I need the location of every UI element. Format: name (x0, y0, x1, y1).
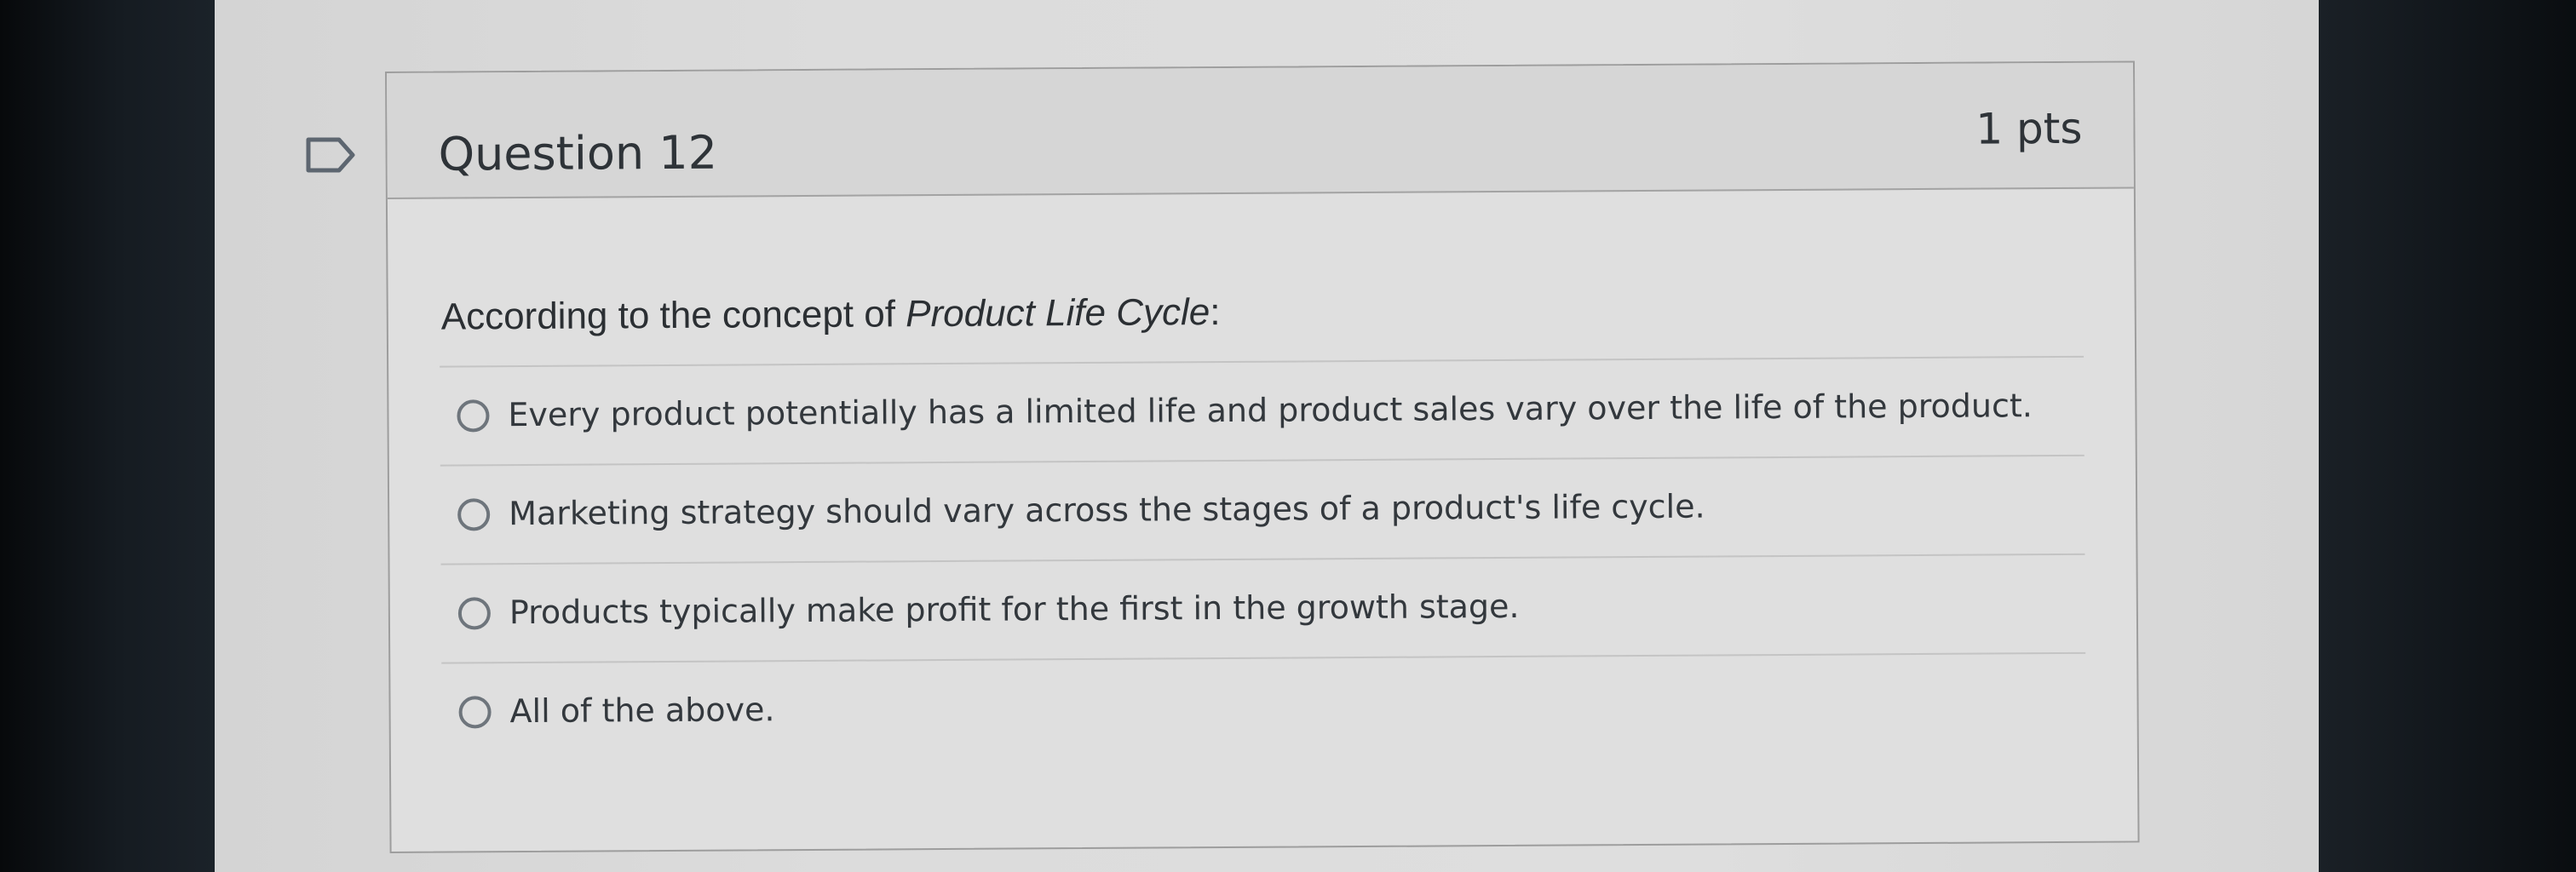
flag-question-button[interactable] (305, 136, 356, 174)
answer-option-2[interactable]: Marketing strategy should vary across th… (440, 456, 2085, 565)
answer-option-4[interactable]: All of the above. (441, 654, 2086, 763)
question-prompt-suffix: : (1210, 291, 1221, 334)
radio-button[interactable] (457, 597, 492, 630)
answer-label[interactable]: Marketing strategy should vary across th… (509, 488, 1705, 533)
question-prompt-prefix: According to the concept of (440, 293, 906, 338)
question-body: According to the concept of Product Life… (388, 190, 2138, 852)
question-header: Question 12 1 pts (387, 62, 2134, 199)
screen-bezel-left (0, 0, 215, 872)
screen-bezel-right (2319, 0, 2576, 872)
answer-label[interactable]: Products typically make profit for the f… (509, 588, 1520, 631)
answer-option-3[interactable]: Products typically make profit for the f… (440, 554, 2086, 664)
question-card: Question 12 1 pts According to the conce… (385, 60, 2140, 853)
flag-icon (306, 137, 355, 173)
radio-button[interactable] (457, 498, 491, 531)
answer-label[interactable]: All of the above. (509, 691, 774, 730)
answer-option-1[interactable]: Every product potentially has a limited … (440, 357, 2084, 467)
question-title: Question 12 (438, 125, 718, 181)
question-points: 1 pts (1975, 103, 2083, 154)
radio-button[interactable] (458, 696, 492, 729)
radio-button[interactable] (457, 399, 490, 433)
answer-label[interactable]: Every product potentially has a limited … (508, 387, 2033, 433)
question-prompt: According to the concept of Product Life… (441, 291, 1221, 339)
answer-list: Every product potentially has a limited … (440, 357, 2086, 763)
question-prompt-emphasis: Product Life Cycle (906, 291, 1210, 336)
